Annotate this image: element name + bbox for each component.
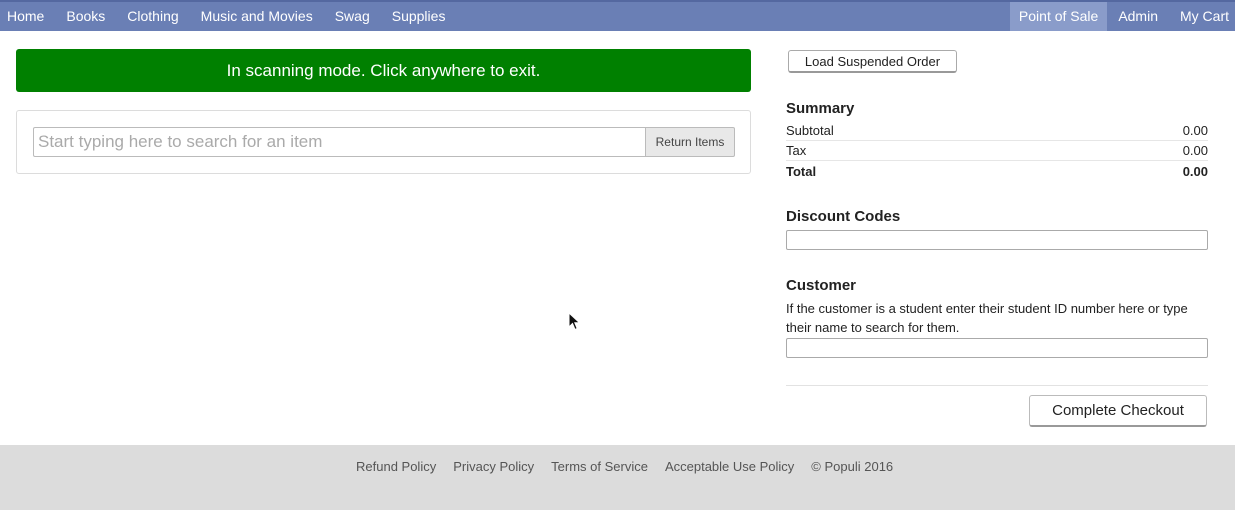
nav-books[interactable]: Books xyxy=(55,2,116,31)
nav-point-of-sale[interactable]: Point of Sale xyxy=(1009,2,1108,31)
footer-link-acceptable-use-policy[interactable]: Acceptable Use Policy xyxy=(665,459,794,474)
summary-label: Tax xyxy=(786,143,807,158)
footer-link-privacy-policy[interactable]: Privacy Policy xyxy=(453,459,534,474)
summary-label: Total xyxy=(786,163,817,179)
customer-search-input[interactable] xyxy=(786,338,1208,358)
nav-right-group: Point of Sale Admin My Cart xyxy=(1009,2,1235,31)
nav-clothing[interactable]: Clothing xyxy=(116,2,189,31)
summary-value: 0.00 xyxy=(1182,163,1208,179)
customer-help-text: If the customer is a student enter their… xyxy=(786,301,1188,335)
top-nav: Home Books Clothing Music and Movies Swa… xyxy=(0,0,1235,31)
footer-copyright: © Populi 2016 xyxy=(811,459,894,474)
nav-supplies[interactable]: Supplies xyxy=(381,2,457,31)
scanning-mode-banner[interactable]: In scanning mode. Click anywhere to exit… xyxy=(16,49,751,92)
footer: Refund Policy Privacy Policy Terms of Se… xyxy=(0,445,1235,510)
return-items-button[interactable]: Return Items xyxy=(645,127,735,157)
nav-my-cart[interactable]: My Cart xyxy=(1169,2,1235,31)
footer-links: Refund Policy Privacy Policy Terms of Se… xyxy=(356,459,893,474)
footer-link-refund-policy[interactable]: Refund Policy xyxy=(356,459,436,474)
summary-heading: Summary xyxy=(786,100,855,117)
summary-row-tax: Tax 0.00 xyxy=(786,141,1208,161)
summary-value: 0.00 xyxy=(1182,143,1208,158)
complete-checkout-button[interactable]: Complete Checkout xyxy=(1029,395,1207,427)
mouse-pointer-icon xyxy=(568,312,581,331)
nav-music-and-movies[interactable]: Music and Movies xyxy=(190,2,324,31)
item-search-panel: Return Items xyxy=(16,110,751,174)
nav-admin[interactable]: Admin xyxy=(1107,2,1169,31)
nav-swag[interactable]: Swag xyxy=(324,2,381,31)
summary-label: Subtotal xyxy=(786,123,834,138)
summary-row-total: Total 0.00 xyxy=(786,161,1208,181)
footer-link-terms-of-service[interactable]: Terms of Service xyxy=(551,459,648,474)
summary-row-subtotal: Subtotal 0.00 xyxy=(786,121,1208,141)
discount-codes-heading: Discount Codes xyxy=(786,208,901,225)
load-suspended-order-button[interactable]: Load Suspended Order xyxy=(788,50,957,73)
nav-home[interactable]: Home xyxy=(0,2,55,31)
customer-heading: Customer xyxy=(786,277,857,294)
nav-left-group: Home Books Clothing Music and Movies Swa… xyxy=(0,2,456,31)
discount-code-input[interactable] xyxy=(786,230,1208,250)
divider xyxy=(786,385,1208,386)
summary-value: 0.00 xyxy=(1182,123,1208,138)
item-search-input[interactable] xyxy=(33,127,645,157)
